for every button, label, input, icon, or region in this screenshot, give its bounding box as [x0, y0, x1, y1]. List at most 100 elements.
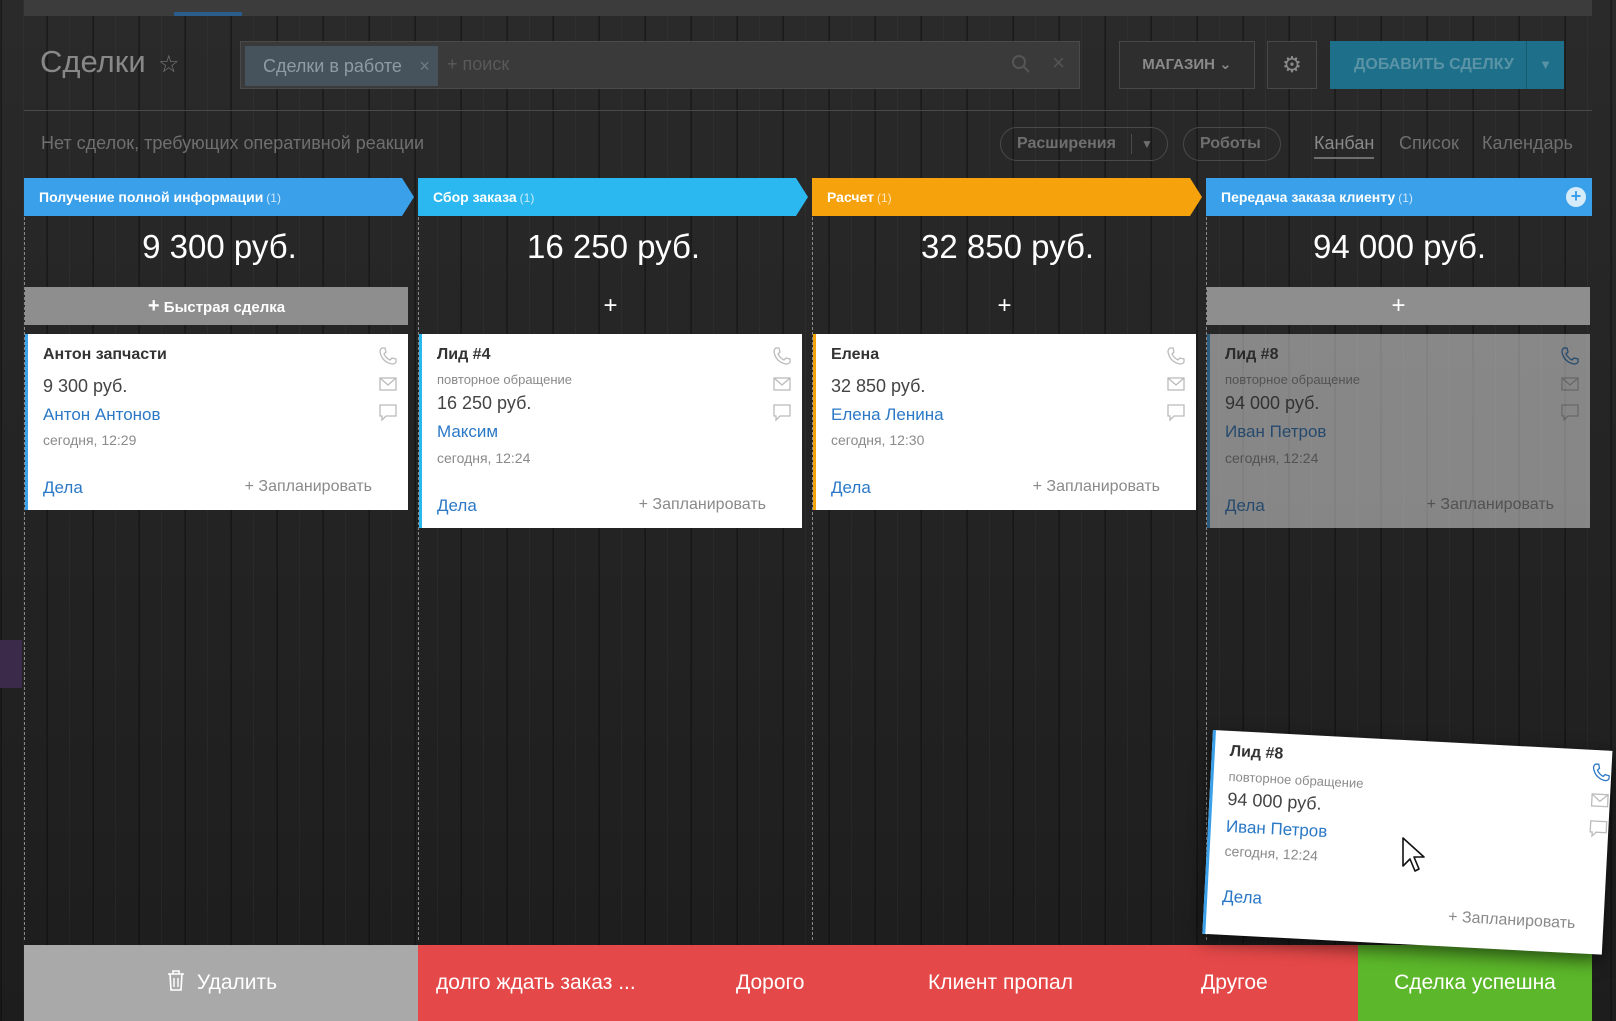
stage-header[interactable]: Получение полной информации (1) [24, 178, 414, 216]
chevron-down-icon[interactable]: ▼ [1526, 41, 1564, 89]
fail-reason-expensive[interactable]: Дорого [736, 945, 804, 1021]
deal-amount: 94 000 руб. [1225, 393, 1320, 413]
stage-count: (1) [876, 191, 892, 205]
robots-button[interactable]: Роботы [1183, 127, 1281, 161]
stage-sum: 9 300 руб. [142, 228, 297, 265]
stage-count: (1) [1398, 191, 1413, 205]
stage-sum: 16 250 руб. [526, 228, 701, 265]
mail-icon [1561, 377, 1579, 391]
deal-card-placeholder: Лид #8 повторное обращение 94 000 руб. И… [1207, 334, 1590, 528]
chevron-down-icon[interactable]: ▼ [1141, 128, 1153, 160]
deal-card[interactable]: Елена 32 850 руб. Елена Ленина сегодня, … [813, 334, 1196, 510]
stage-count: (1) [266, 191, 281, 205]
deal-contact[interactable]: Максим [437, 422, 498, 442]
search-icon[interactable] [1011, 54, 1031, 74]
deals-link[interactable]: Дела [1222, 887, 1263, 909]
deals-link[interactable]: Дела [437, 496, 477, 516]
deal-contact[interactable]: Иван Петров [1225, 817, 1327, 842]
divider [1131, 134, 1132, 154]
fail-reason-client-lost[interactable]: Клиент пропал [928, 945, 1073, 1021]
quick-deal-button[interactable]: + Быстрая сделка [25, 287, 408, 325]
schedule-link[interactable]: + Запланировать [245, 478, 372, 496]
mail-icon[interactable] [378, 374, 398, 394]
deal-title[interactable]: Елена [831, 346, 879, 364]
stage-name: Получение полной информации [39, 189, 264, 205]
deal-amount: 16 250 руб. [437, 393, 532, 413]
add-card-button[interactable]: + [419, 287, 802, 325]
filter-chip[interactable]: Сделки в работе × [245, 46, 438, 86]
add-card-button[interactable]: + [813, 287, 1196, 325]
active-tab-marker [174, 12, 242, 16]
mail-icon[interactable] [1589, 790, 1610, 811]
phone-icon[interactable] [1591, 762, 1612, 783]
add-card-button[interactable]: + [1207, 287, 1590, 325]
deal-contact[interactable]: Антон Антонов [43, 405, 161, 425]
add-stage-icon[interactable]: + [1566, 187, 1586, 207]
deal-time: сегодня, 12:24 [437, 450, 531, 466]
stage-header[interactable]: Сбор заказа (1) [418, 178, 808, 216]
deal-subtitle: повторное обращение [1225, 372, 1360, 387]
filter-chip-label: Сделки в работе [263, 56, 402, 76]
stage-name: Передача заказа клиенту [1221, 189, 1396, 205]
left-edge-marker [0, 640, 22, 688]
fail-reason-slow-order[interactable]: долго ждать заказ ... [436, 945, 636, 1021]
star-icon[interactable]: ☆ [158, 50, 180, 79]
deal-amount: 9 300 руб. [43, 376, 128, 396]
schedule-link[interactable]: + Запланировать [1448, 909, 1576, 934]
extensions-button[interactable]: Расширения ▼ [1000, 127, 1168, 161]
trash-icon [167, 970, 184, 991]
success-dropzone[interactable]: Сделка успешна [1358, 945, 1592, 1021]
fail-dropzones: долго ждать заказ ... Дорого Клиент проп… [418, 945, 1358, 1021]
deal-card[interactable]: Антон запчасти 9 300 руб. Антон Антонов … [25, 334, 408, 510]
shop-button[interactable]: МАГАЗИН ⌄ [1119, 41, 1255, 89]
tab-list[interactable]: Список [1399, 133, 1459, 154]
mouse-cursor-icon [1402, 837, 1425, 872]
phone-icon[interactable] [772, 346, 792, 366]
deal-title[interactable]: Лид #8 [1229, 743, 1283, 764]
stage-header[interactable]: Расчет (1) [812, 178, 1202, 216]
shop-button-label: МАГАЗИН [1142, 56, 1215, 73]
stage-header[interactable]: Передача заказа клиенту (1) + [1206, 178, 1592, 216]
chat-icon [1561, 404, 1579, 422]
gear-icon[interactable]: ⚙ [1267, 41, 1317, 89]
tab-kanban[interactable]: Канбан [1314, 133, 1375, 159]
deal-subtitle: повторное обращение [437, 372, 572, 387]
delete-dropzone[interactable]: Удалить [24, 945, 418, 1021]
stage-count: (1) [519, 191, 535, 205]
deal-title[interactable]: Антон запчасти [43, 346, 167, 364]
plus-icon: + [147, 295, 160, 317]
search-input[interactable]: + поиск [447, 54, 509, 75]
deal-contact[interactable]: Елена Ленина [831, 405, 944, 425]
search-bar[interactable]: Сделки в работе × + поиск × [240, 41, 1080, 89]
chat-icon[interactable] [772, 402, 792, 422]
phone-icon[interactable] [1166, 346, 1186, 366]
stage-sum: 94 000 руб. [1312, 228, 1487, 265]
stage-name: Сбор заказа [433, 189, 517, 205]
fail-reason-other[interactable]: Другое [1201, 945, 1268, 1021]
phone-icon[interactable] [378, 346, 398, 366]
deal-card[interactable]: Лид #4 повторное обращение 16 250 руб. М… [419, 334, 802, 528]
deals-link[interactable]: Дела [43, 478, 83, 498]
mail-icon[interactable] [1166, 374, 1186, 394]
header-divider [24, 110, 1592, 111]
deal-amount: 94 000 руб. [1226, 788, 1323, 814]
clear-icon[interactable]: × [1052, 50, 1065, 76]
schedule-link[interactable]: + Запланировать [639, 496, 766, 514]
chat-icon[interactable] [1588, 818, 1609, 839]
mail-icon[interactable] [772, 374, 792, 394]
deals-link: Дела [1225, 496, 1265, 515]
chat-icon[interactable] [378, 402, 398, 422]
close-icon[interactable]: × [419, 46, 430, 86]
deal-amount: 32 850 руб. [831, 376, 926, 396]
chat-icon[interactable] [1166, 402, 1186, 422]
deal-title[interactable]: Лид #4 [437, 346, 490, 364]
schedule-link: + Запланировать [1426, 496, 1554, 513]
tab-calendar[interactable]: Календарь [1482, 133, 1573, 154]
chevron-down-icon: ⌄ [1219, 56, 1232, 73]
deal-time: сегодня, 12:24 [1224, 842, 1319, 864]
deal-contact: Иван Петров [1225, 422, 1327, 441]
page-title: Сделки [40, 44, 146, 79]
deals-link[interactable]: Дела [831, 478, 871, 498]
schedule-link[interactable]: + Запланировать [1033, 478, 1160, 496]
deal-title: Лид #8 [1225, 346, 1279, 363]
